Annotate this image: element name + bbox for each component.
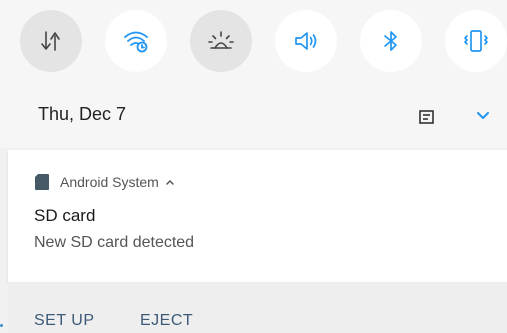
night-light-tile[interactable] [190,10,252,72]
date-label: Thu, Dec 7 [38,104,127,124]
data-arrows-icon [41,31,60,51]
date-row: Thu, Dec 7 [0,96,507,136]
wifi-icon [124,31,148,53]
sd-card-notification[interactable]: Android System SD card New SD card detec… [8,150,507,282]
speaker-icon [295,32,317,50]
eject-button[interactable]: EJECT [140,312,193,330]
chevron-up-icon[interactable] [165,178,175,186]
edit-tiles-icon[interactable] [418,108,436,126]
notification-actions: SET UP EJECT [8,282,507,333]
bluetooth-icon [384,31,397,51]
sd-card-icon [35,174,49,190]
notification-header: Android System [34,172,175,192]
quick-settings-tiles [20,10,507,72]
notification-title: SD card [34,206,96,225]
edge-indicator [0,324,3,327]
notification-text: New SD card detected [34,234,195,251]
vibrate-icon [464,30,488,52]
wifi-tile[interactable] [105,10,167,72]
sound-tile[interactable] [275,10,337,72]
quick-settings-panel: Thu, Dec 7 [0,0,507,148]
chevron-down-icon[interactable] [476,110,490,122]
app-name: Android System [60,174,159,190]
set-up-button[interactable]: SET UP [34,312,95,330]
sunrise-icon [208,31,234,49]
bluetooth-tile[interactable] [360,10,422,72]
vibrate-tile[interactable] [445,10,507,72]
mobile-data-tile[interactable] [20,10,82,72]
